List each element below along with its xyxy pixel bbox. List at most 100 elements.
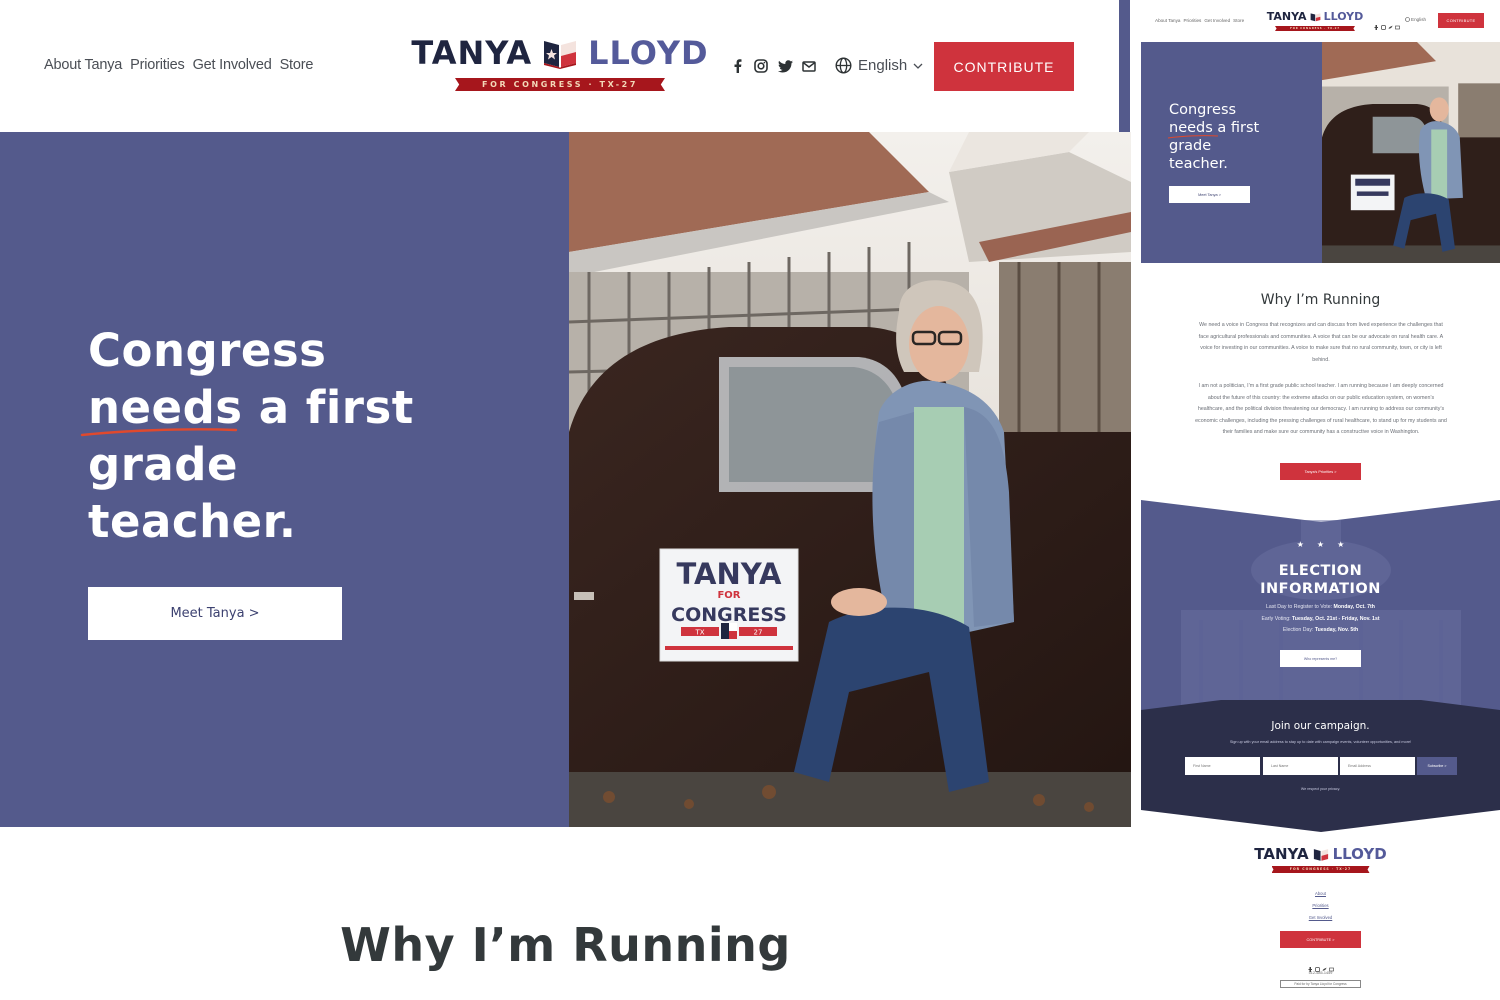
- paid-for-disclaimer: Paid for by Tanya Lloyd for Congress: [1280, 980, 1361, 988]
- facebook-icon[interactable]: [1374, 17, 1379, 30]
- full-page-preview: About Tanya Priorities Get Involved Stor…: [1141, 0, 1500, 1000]
- mini-priorities-button[interactable]: Tanya's Priorities >: [1280, 463, 1361, 480]
- instagram-icon[interactable]: [753, 58, 769, 74]
- mini-hero-photo: [1322, 42, 1500, 263]
- email-icon[interactable]: [1395, 17, 1400, 30]
- chevron-down-icon: [913, 63, 923, 69]
- meet-tanya-button[interactable]: Meet Tanya >: [88, 587, 342, 640]
- facebook-icon[interactable]: [1308, 959, 1313, 972]
- language-selector[interactable]: English: [835, 57, 923, 74]
- headline-line-1: Congress: [88, 324, 327, 377]
- facebook-icon[interactable]: [729, 58, 745, 74]
- footer-phone: 512-585-1459: [1308, 971, 1333, 975]
- mini-language-selector[interactable]: English: [1405, 17, 1426, 22]
- logo-tagline-ribbon: FOR CONGRESS · TX-27: [455, 78, 665, 91]
- nav-priorities[interactable]: Priorities: [130, 57, 185, 73]
- mini-why-paragraph-2: I am not a politician, I’m a first grade…: [1195, 383, 1447, 435]
- mini-why-heading: Why I’m Running: [1260, 292, 1381, 308]
- globe-icon: [835, 57, 852, 74]
- footer-link-get-involved[interactable]: Get Involved: [1309, 914, 1333, 921]
- footer-logo-last-name: LLOYD: [1332, 845, 1387, 863]
- election-row-value: Tuesday, Nov. 5th: [1314, 627, 1359, 633]
- mini-meet-tanya-button[interactable]: Meet Tanya >: [1169, 186, 1250, 203]
- mini-contribute-button[interactable]: CONTRIBUTE: [1438, 13, 1484, 28]
- election-title-line-1: ELECTION: [1278, 563, 1363, 579]
- first-name-input[interactable]: [1185, 757, 1260, 775]
- footer-link-priorities[interactable]: Priorities: [1312, 902, 1328, 909]
- footer-logo-first-name: TANYA: [1254, 845, 1309, 863]
- footer-contribute-button[interactable]: CONTRIBUTE >: [1280, 931, 1361, 948]
- mini-logo[interactable]: TANYA LLOYD FOR CONGRESS · TX-27: [1267, 11, 1363, 31]
- logo-first-name: TANYA: [411, 34, 533, 72]
- mini-nav: About Tanya Priorities Get Involved Stor…: [1155, 18, 1244, 23]
- language-label: English: [858, 57, 908, 74]
- instagram-icon[interactable]: [1381, 17, 1386, 30]
- election-row: Election Day: Tuesday, Nov. 5th: [1141, 627, 1500, 633]
- texas-flag-icon: [1313, 848, 1328, 861]
- contribute-button[interactable]: CONTRIBUTE: [934, 42, 1074, 91]
- globe-icon: [1405, 17, 1410, 22]
- email-icon[interactable]: [801, 58, 817, 74]
- election-row-label: Early Voting:: [1261, 616, 1291, 622]
- who-represents-me-button[interactable]: Who represents me?: [1280, 650, 1361, 667]
- nav-get-involved[interactable]: Get Involved: [193, 57, 272, 73]
- headline-line-4: teacher.: [88, 495, 297, 548]
- election-row-label: Election Day:: [1282, 627, 1314, 633]
- mini-logo-last-name: LLOYD: [1323, 10, 1364, 23]
- mini-language-label: English: [1411, 17, 1427, 22]
- mini-nav-store[interactable]: Store: [1233, 18, 1244, 23]
- email-icon[interactable]: [1328, 959, 1334, 972]
- hero-photo-candidate-with-truck: TANYA FOR CONGRESS TX 27: [569, 132, 1131, 827]
- texas-flag-icon: [1310, 13, 1320, 22]
- privacy-note: We respect your privacy.: [1300, 787, 1341, 791]
- mini-nav-get-involved[interactable]: Get Involved: [1204, 18, 1230, 23]
- headline-line-3: grade: [88, 438, 239, 491]
- election-title-line-2: INFORMATION: [1260, 581, 1381, 597]
- desktop-view: About Tanya Priorities Get Involved Stor…: [0, 0, 1131, 1000]
- mini-nav-priorities[interactable]: Priorities: [1183, 18, 1201, 23]
- join-heading: Join our campaign.: [1271, 720, 1370, 732]
- twitter-icon[interactable]: [1388, 17, 1393, 29]
- social-links: [729, 58, 817, 74]
- last-name-input[interactable]: [1263, 757, 1338, 775]
- site-header: About Tanya Priorities Get Involved Stor…: [0, 0, 1119, 132]
- email-input[interactable]: [1340, 757, 1415, 775]
- sign-for: FOR: [717, 590, 740, 601]
- footer-link-about[interactable]: About: [1315, 890, 1326, 897]
- red-underline-stroke: [80, 428, 238, 437]
- footer-logo[interactable]: TANYA LLOYD FOR CONGRESS · TX-27: [1249, 846, 1392, 873]
- mini-headline-line-1: Congress: [1169, 102, 1237, 118]
- join-subtitle: Sign up with your email address to stay …: [1229, 740, 1412, 744]
- twitter-icon[interactable]: [777, 58, 793, 74]
- stars-icon: ★★★: [1296, 540, 1358, 549]
- scroll-edge: [1119, 0, 1131, 132]
- mini-logo-ribbon: FOR CONGRESS · TX-27: [1275, 26, 1355, 31]
- sign-congress: CONGRESS: [671, 604, 787, 626]
- logo-last-name: LLOYD: [588, 34, 709, 72]
- mini-logo-first-name: TANYA: [1266, 10, 1307, 23]
- election-row: Early Voting: Tuesday, Oct. 21st - Frida…: [1141, 616, 1500, 622]
- sign-tx: TX: [694, 629, 704, 637]
- hero-panel: Congress needs a first grade teacher. Me…: [0, 132, 569, 827]
- instagram-icon[interactable]: [1314, 959, 1320, 972]
- election-heading: ELECTION INFORMATION: [1141, 562, 1500, 598]
- footer-social-links: [1141, 959, 1500, 972]
- twitter-icon[interactable]: [1322, 959, 1327, 971]
- mini-why-paragraph-1: We need a voice in Congress that recogni…: [1198, 322, 1444, 363]
- nav-store[interactable]: Store: [280, 57, 314, 73]
- nav-about-tanya[interactable]: About Tanya: [44, 57, 122, 73]
- footer-logo-ribbon: FOR CONGRESS · TX-27: [1271, 866, 1370, 873]
- election-row-label: Last Day to Register to Vote:: [1266, 604, 1333, 610]
- mini-red-underline: [1167, 135, 1219, 139]
- sign-27: 27: [754, 629, 763, 637]
- mini-nav-about[interactable]: About Tanya: [1155, 18, 1180, 23]
- subscribe-button[interactable]: Subscribe >: [1417, 757, 1457, 775]
- photo-illustration: TANYA FOR CONGRESS TX 27: [569, 132, 1131, 827]
- mini-headline-line-4: teacher.: [1169, 156, 1228, 172]
- mini-social-links: [1374, 17, 1400, 30]
- election-row-value: Tuesday, Oct. 21st - Friday, Nov. 1st: [1292, 616, 1380, 622]
- mini-headline-line-3: grade: [1169, 138, 1212, 154]
- site-logo[interactable]: TANYA LLOYD FOR CONGRESS · TX-27: [411, 36, 709, 91]
- footer-links: About Priorities Get Involved: [1141, 890, 1500, 921]
- main-nav: About Tanya Priorities Get Involved Stor…: [44, 57, 313, 73]
